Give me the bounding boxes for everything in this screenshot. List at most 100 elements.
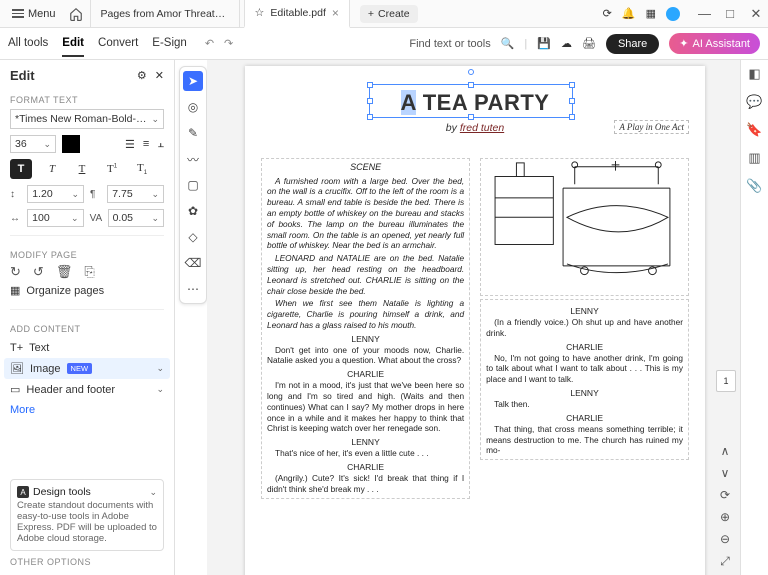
close-tab-icon[interactable]: × <box>332 6 339 20</box>
line-spacing-icon: ↕ <box>10 189 21 200</box>
vertical-toolstrip: ➤ ◎ ✎ 〰 ▢ ✿ ◇ ⌫ ⋯ <box>179 66 207 304</box>
tab-esign[interactable]: E-Sign <box>152 31 187 57</box>
sync-icon[interactable]: ⟳ <box>603 7 612 20</box>
modify-page-label: MODIFY PAGE <box>10 250 164 260</box>
menu-button[interactable]: Menu <box>6 3 62 24</box>
close-panel-icon[interactable]: ✕ <box>155 69 164 82</box>
more-tools[interactable]: ⋯ <box>183 279 203 299</box>
shape-tool[interactable]: ◇ <box>183 227 203 247</box>
apps-grid-icon[interactable]: ▦ <box>646 7 656 20</box>
save-icon[interactable]: 💾 <box>537 37 551 50</box>
create-button[interactable]: + Create <box>360 5 418 23</box>
horizontal-scale-icon: ↔ <box>10 213 21 224</box>
attachments-icon[interactable]: 📎 <box>746 178 762 194</box>
share-button[interactable]: Share <box>606 34 659 54</box>
window-minimize[interactable]: — <box>698 6 710 22</box>
zoom-out-icon[interactable]: ⊖ <box>720 532 730 546</box>
undo-icon[interactable]: ↶ <box>205 37 214 50</box>
comments-icon[interactable]: 💬 <box>746 94 762 110</box>
selection-box[interactable] <box>369 84 573 118</box>
document-canvas[interactable]: A TEA PARTY by fred tuten A Play in One … <box>207 60 740 575</box>
fit-page-icon[interactable]: ⤢ <box>720 554 730 569</box>
page-number-badge[interactable]: 1 <box>716 370 736 392</box>
thumbnails-icon[interactable]: ▥ <box>748 150 760 166</box>
color-swatch[interactable] <box>62 135 80 153</box>
text-column-left[interactable]: SCENE A furnished room with a large bed.… <box>261 158 470 499</box>
ai-label: AI Assistant <box>693 38 750 50</box>
gear-icon[interactable]: ⚙ <box>137 69 147 82</box>
bookmarks-icon[interactable]: 🔖 <box>746 122 762 138</box>
header-footer-link[interactable]: ▭ Header and footer ⌄ <box>10 379 164 400</box>
add-text-link[interactable]: T+ Text <box>10 338 164 358</box>
char-spacing-icon: VA <box>90 213 102 224</box>
ai-assistant-button[interactable]: ✦ AI Assistant <box>669 33 760 54</box>
chevron-icon: ⌄ <box>156 384 164 395</box>
chevron-down-icon: ⌄ <box>43 139 51 150</box>
home-icon <box>69 7 83 21</box>
speaker: CHARLIE <box>267 369 464 380</box>
subscript-button[interactable]: T1 <box>132 162 152 176</box>
chevron-down-icon: ⌄ <box>151 114 159 125</box>
speaker: CHARLIE <box>267 462 464 473</box>
align-icon[interactable]: ⫠ <box>157 138 164 151</box>
erase-tool[interactable]: ⌫ <box>183 253 203 273</box>
line-spacing-input[interactable]: 1.20⌄ <box>27 185 84 203</box>
numbered-list-icon[interactable]: ≡ <box>143 138 149 151</box>
bullet-list-icon[interactable]: ☰ <box>125 138 135 151</box>
print-icon[interactable]: 🖨 <box>582 37 596 50</box>
italic-button[interactable]: T <box>42 163 62 175</box>
scroll-up-icon[interactable]: ∧ <box>721 444 730 458</box>
search-icon[interactable]: 🔍 <box>501 37 515 50</box>
speaker: CHARLIE <box>486 413 683 424</box>
scroll-down-icon[interactable]: ∨ <box>721 466 730 480</box>
window-maximize[interactable]: □ <box>724 6 736 22</box>
superscript-button[interactable]: T1 <box>102 163 122 175</box>
rotate-right-icon[interactable]: ↺ <box>33 264 44 280</box>
underline-button[interactable]: T <box>72 163 92 175</box>
extract-page-icon[interactable]: ⎘ <box>84 264 94 280</box>
speaker: LENNY <box>486 388 683 399</box>
zoom-in-icon[interactable]: ⊕ <box>720 510 730 524</box>
dialogue-line: Don't get into one of your moods now, Ch… <box>267 345 464 367</box>
highlight-tool[interactable]: ✎ <box>183 123 203 143</box>
home-button[interactable] <box>66 4 86 24</box>
tab-convert[interactable]: Convert <box>98 31 138 57</box>
bell-icon[interactable]: 🔔 <box>622 7 636 20</box>
document-tab-2[interactable]: ☆ Editable.pdf × <box>244 0 350 28</box>
paragraph-spacing-icon: ¶ <box>90 189 101 200</box>
panel-title: Edit <box>10 68 35 83</box>
tab-all-tools[interactable]: All tools <box>8 31 48 57</box>
delete-page-icon[interactable]: 🗑 <box>56 264 73 280</box>
text-column-right[interactable]: LENNY (In a friendly voice.) Oh shut up … <box>480 299 689 460</box>
font-name: *Times New Roman-Bold-11430 <box>15 113 151 125</box>
express-icon: A <box>17 486 29 498</box>
char-spacing-input[interactable]: 0.05⌄ <box>108 209 164 227</box>
font-family-select[interactable]: *Times New Roman-Bold-11430 ⌄ <box>10 109 164 129</box>
horizontal-scale-input[interactable]: 100⌄ <box>27 209 83 227</box>
redo-icon[interactable]: ↷ <box>224 37 233 50</box>
window-close[interactable]: ✕ <box>750 6 762 22</box>
panel-toggle-icon[interactable]: ◧ <box>748 66 760 82</box>
document-tab-1[interactable]: Pages from Amor Threatening p... <box>90 0 240 28</box>
bold-button[interactable]: T <box>10 159 32 179</box>
textbox-tool[interactable]: ▢ <box>183 175 203 195</box>
stamp-tool[interactable]: ✿ <box>183 201 203 221</box>
font-size-input[interactable]: 36 ⌄ <box>10 135 56 153</box>
subtitle[interactable]: A Play in One Act <box>614 120 689 134</box>
cloud-icon[interactable]: ☁ <box>561 37 572 50</box>
hamburger-icon <box>12 7 24 20</box>
illustration-image[interactable] <box>480 158 689 296</box>
more-link[interactable]: More <box>10 404 164 416</box>
user-avatar[interactable] <box>666 7 680 21</box>
organize-pages-link[interactable]: ▦ Organize pages <box>10 280 164 301</box>
add-image-link[interactable]: 🖼 Image NEW ⌄ <box>4 358 170 379</box>
tab-edit[interactable]: Edit <box>62 31 84 57</box>
pan-tool[interactable]: ◎ <box>183 97 203 117</box>
draw-tool[interactable]: 〰 <box>183 149 203 169</box>
paragraph-spacing-input[interactable]: 7.75⌄ <box>107 185 164 203</box>
rotate-left-icon[interactable]: ↻ <box>10 264 21 280</box>
design-tools-card[interactable]: ADesign tools ⌄ Create standout document… <box>10 479 164 551</box>
rotate-view-icon[interactable]: ⟳ <box>720 488 730 502</box>
select-tool[interactable]: ➤ <box>183 71 203 91</box>
speaker: LENNY <box>267 334 464 345</box>
